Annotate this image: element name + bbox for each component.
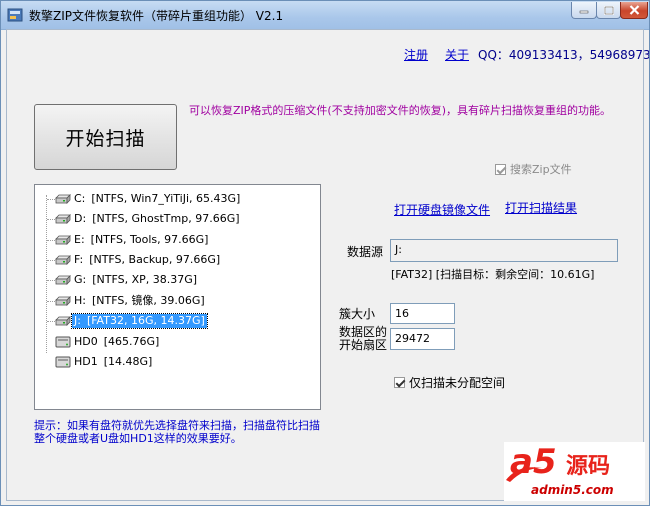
drive-letter: C: (74, 192, 86, 205)
search-zip-check-icon (495, 163, 506, 175)
minimize-button[interactable] (571, 2, 597, 19)
maximize-icon (603, 5, 614, 15)
drive-icon (55, 214, 71, 224)
app-icon (7, 8, 23, 22)
close-icon (629, 5, 639, 15)
drive-tree[interactable]: C: [NTFS, Win7_YiTiJi, 65.43G] D: [NTFS, Gh… (34, 184, 321, 410)
drive-icon (55, 296, 71, 306)
source-label: 数据源 (347, 245, 384, 259)
source-field[interactable]: J: (390, 239, 618, 262)
drive-icon (55, 255, 71, 265)
unallocated-check-icon (394, 377, 405, 388)
tree-connector (47, 260, 55, 261)
tree-connector (47, 199, 55, 200)
drive-icon (55, 235, 71, 245)
drive-info: [465.76G] (103, 335, 160, 348)
drive-item[interactable]: J: [FAT32, 16G, 14.37G] (35, 312, 320, 330)
drive-label: C: [NTFS, Win7_YiTiJi, 65.43G] (72, 192, 242, 206)
minimize-icon (579, 10, 589, 14)
drive-info: [NTFS, GhostTmp, 97.66G] (92, 212, 240, 225)
watermark-url: admin5.com (531, 483, 614, 497)
start-sector-label-line2: 开始扇区 (339, 338, 388, 352)
drive-item[interactable]: F: [NTFS, Backup, 97.66G] (35, 251, 320, 269)
watermark-title: 源码 (566, 454, 611, 479)
hard-disk-icon (55, 336, 71, 348)
drive-letter: J: (74, 314, 81, 327)
tree-connector (47, 301, 55, 302)
drive-label: HD1 [14.48G] (72, 355, 154, 369)
start-scan-button[interactable]: 开始扫描 (34, 104, 177, 170)
drive-item[interactable]: D: [NTFS, GhostTmp, 97.66G] (35, 210, 320, 228)
drive-letter: D: (74, 212, 87, 225)
close-button[interactable] (620, 2, 648, 19)
drive-info: [NTFS, Tools, 97.66G] (90, 233, 209, 246)
maximize-button[interactable] (596, 2, 621, 19)
watermark-a5: a5 (510, 442, 557, 482)
drive-label: J: [FAT32, 16G, 14.37G] (71, 313, 208, 329)
tree-connector (47, 280, 55, 281)
title-bar[interactable]: 数擎ZIP文件恢复软件（带碎片重组功能） V2.1 (1, 1, 649, 30)
drive-item[interactable]: G: [NTFS, XP, 38.37G] (35, 271, 320, 289)
about-link[interactable]: 关于 (445, 46, 469, 63)
drive-label: E: [NTFS, Tools, 97.66G] (72, 233, 210, 247)
start-sector-field[interactable]: 29472 (390, 328, 455, 350)
drive-item[interactable]: HD1 [14.48G] (35, 353, 320, 371)
source-info: [FAT32] [扫描目标：剩余空间：10.61G] (391, 268, 595, 281)
register-link[interactable]: 注册 (404, 46, 428, 63)
drive-letter: G: (74, 273, 87, 286)
description-text: 可以恢复ZIP格式的压缩文件(不支持加密文件的恢复)，具有碎片扫描恢复重组的功能… (189, 104, 611, 117)
watermark-logo: a5 源码 admin5.com (504, 442, 645, 501)
hard-disk-icon (55, 356, 71, 368)
drive-letter: HD0 (74, 335, 98, 348)
drive-item[interactable]: H: [NTFS, 镜像, 39.06G] (35, 292, 320, 310)
search-zip-label: 搜索Zip文件 (510, 163, 572, 176)
search-zip-checkbox[interactable]: 搜索Zip文件 (495, 161, 572, 177)
open-image-link[interactable]: 打开硬盘镜像文件 (394, 201, 490, 218)
drive-label: HD0 [465.76G] (72, 335, 161, 349)
window-title: 数擎ZIP文件恢复软件（带碎片重组功能） V2.1 (29, 9, 284, 23)
drive-letter: HD1 (74, 355, 98, 368)
open-scan-result-link[interactable]: 打开扫描结果 (505, 199, 577, 216)
drive-info: [NTFS, 镜像, 39.06G] (91, 294, 205, 307)
drive-icon (55, 194, 71, 204)
drive-info: [14.48G] (103, 355, 153, 368)
drive-item[interactable]: C: [NTFS, Win7_YiTiJi, 65.43G] (35, 190, 320, 208)
unallocated-label: 仅扫描未分配空间 (409, 376, 506, 390)
tree-connector (47, 240, 55, 241)
cluster-size-field[interactable]: 16 (390, 303, 455, 324)
unallocated-only-checkbox[interactable]: 仅扫描未分配空间 (394, 374, 505, 391)
drive-letter: F: (74, 253, 84, 266)
drive-letter: H: (74, 294, 86, 307)
qq-contact: QQ：409133413，54968973 (478, 48, 650, 62)
drive-item[interactable]: E: [NTFS, Tools, 97.66G] (35, 231, 320, 249)
cluster-size-label: 簇大小 (339, 307, 376, 321)
drive-label: F: [NTFS, Backup, 97.66G] (72, 253, 222, 267)
drive-letter: E: (74, 233, 85, 246)
drive-info: [NTFS, Win7_YiTiJi, 65.43G] (91, 192, 241, 205)
drive-icon (55, 316, 71, 326)
drive-label: G: [NTFS, XP, 38.37G] (72, 273, 199, 287)
drive-info: [FAT32, 16G, 14.37G] (86, 314, 205, 327)
drive-label: H: [NTFS, 镜像, 39.06G] (72, 294, 207, 308)
app-window: 数擎ZIP文件恢复软件（带碎片重组功能） V2.1 注册 关于 QQ：40913… (0, 0, 650, 506)
drive-info: [NTFS, Backup, 97.66G] (89, 253, 221, 266)
drive-label: D: [NTFS, GhostTmp, 97.66G] (72, 212, 242, 226)
hint-text: 提示：如果有盘符就优先选择盘符来扫描，扫描盘符比扫描整个硬盘或者U盘如HD1这样… (34, 419, 320, 445)
drive-icon (55, 275, 71, 285)
drive-info: [NTFS, XP, 38.37G] (92, 273, 198, 286)
start-sector-label: 数据区的 开始扇区 (339, 326, 387, 352)
drive-item[interactable]: HD0 [465.76G] (35, 333, 320, 351)
tree-connector (47, 321, 55, 322)
tree-connector (47, 219, 55, 220)
